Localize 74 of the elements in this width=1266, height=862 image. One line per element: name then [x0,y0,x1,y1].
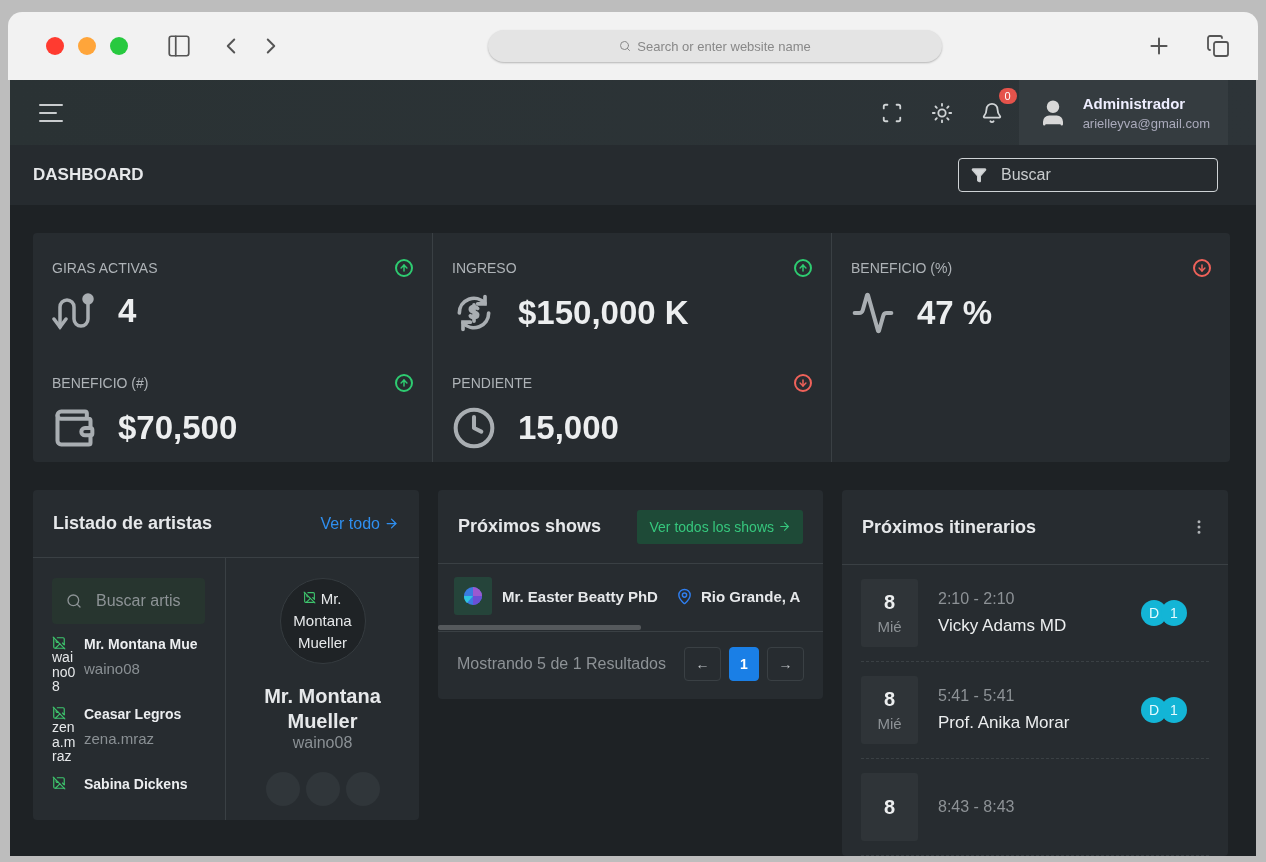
artist-username: waino08 [84,660,141,677]
arrow-right-icon [384,516,399,531]
artist-name[interactable]: Ceasar Legros [84,706,182,723]
stat-label: GIRAS ACTIVAS [52,260,158,276]
artist-name[interactable]: Sabina Dickens [84,776,188,793]
stat-value: 15,000 [518,408,619,447]
stat-label: BENEFICIO (#) [52,374,149,391]
card-title: Próximos shows [458,516,602,537]
previous-page-button[interactable]: ← [684,647,721,681]
avatar-badge: 1 [1161,697,1187,723]
card-title: Próximos itinerarios [862,516,1037,538]
location-pin-icon [675,587,693,605]
weekday: Mié [877,618,902,635]
clock-icon [452,405,496,450]
fullscreen-icon[interactable] [880,101,903,124]
theme-icon[interactable] [930,101,953,124]
view-all-shows-button[interactable]: Ver todos los shows [637,509,803,544]
horizontal-scrollbar[interactable] [438,625,641,630]
stat-value: $150,000 K [518,294,689,332]
arrow-right-icon [778,520,791,533]
user-email: arielleyva@gmail.com [1082,115,1210,131]
show-logo-icon [463,586,483,606]
show-artist: Mr. Easter Beatty PhD [502,587,658,605]
broken-image-icon [52,636,66,650]
stat-label: INGRESO [452,260,517,276]
stat-label: PENDIENTE [452,374,533,391]
page-title: DASHBOARD [33,165,144,185]
card-title: Listado de artistas [53,513,213,534]
route-icon [52,291,96,331]
stat-value: 47 % [917,294,993,332]
tabs-icon[interactable] [1206,34,1230,58]
results-summary: Mostrando 5 de 1 Resultados [457,655,666,673]
filter-icon [971,167,987,183]
day-number: 8 [883,795,896,819]
notification-count: 0 [998,87,1017,104]
search-icon [619,40,632,52]
page-button[interactable]: 1 [729,647,759,681]
itinerary-name: Prof. Anika Morar [938,713,1070,733]
artist-name[interactable]: Mr. Montana Mue [84,636,198,652]
notifications-icon[interactable] [980,101,1003,124]
stat-value: 4 [118,292,137,330]
show-location: Rio Grande, A [700,587,801,605]
artist-search-field[interactable]: Buscar artis [52,578,205,624]
search-icon [66,593,82,609]
stat-value: $70,500 [118,408,238,447]
activity-icon [851,291,895,335]
search-placeholder: Buscar [1001,166,1051,184]
image-alt-text: zena.mraz [52,720,77,765]
broken-image-icon [52,776,66,791]
close-window-button[interactable] [46,37,64,55]
address-placeholder: Search or enter website name [637,38,811,54]
search-field[interactable]: Buscar [958,158,1218,192]
profile-name: Mr. Montana Mueller [263,684,382,734]
search-placeholder: Buscar artis [96,592,181,610]
itinerary-time: 2:10 - 2:10 [938,590,1016,608]
avatar-badge: 1 [1161,600,1187,626]
weekday: Mié [877,715,902,732]
broken-image-icon [52,706,66,721]
day-number: 8 [883,591,896,614]
profile-username: waino08 [292,734,353,752]
next-page-button[interactable]: → [767,647,804,681]
menu-icon[interactable] [38,101,64,124]
profile-avatar: Mr. Montana Mueller [279,578,366,664]
day-number: 8 [883,688,896,711]
stat-label: BENEFICIO (%) [851,260,953,276]
artist-username: zena.mraz [84,730,156,748]
sidebar-toggle-icon[interactable] [166,33,192,59]
itinerary-time: 5:41 - 5:41 [938,687,1016,705]
image-alt-text: waino08 [52,650,77,695]
itinerary-time: 8:43 - 8:43 [938,798,1015,816]
user-name: Administrador [1082,94,1187,112]
itinerary-name: Vicky Adams MD [938,616,1067,636]
view-all-link[interactable]: Ver todo [320,514,399,533]
user-menu[interactable]: Administrador arielleyva@gmail.com [1018,80,1228,145]
